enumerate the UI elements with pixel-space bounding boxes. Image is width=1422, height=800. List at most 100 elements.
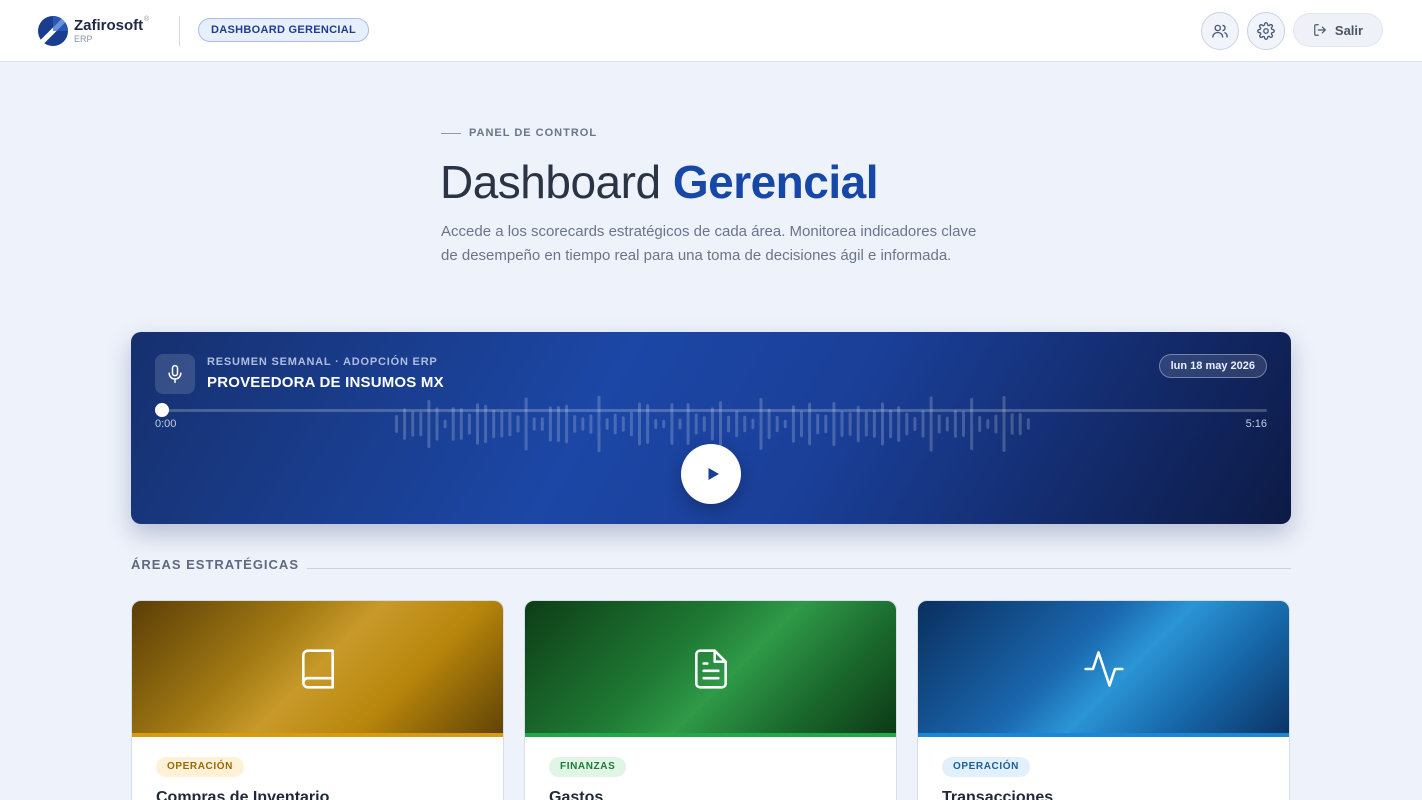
audio-progress-track[interactable] bbox=[161, 409, 1267, 412]
audio-total-time: 5:16 bbox=[1245, 418, 1267, 430]
waveform-bar bbox=[459, 408, 463, 440]
top-bar: Zafirosoft ERP ® DASHBOARD GERENCIAL Sal… bbox=[0, 0, 1422, 62]
logo[interactable]: Zafirosoft ERP ® bbox=[36, 14, 149, 48]
eyebrow-text: PANEL DE CONTROL bbox=[469, 127, 598, 139]
waveform-bar bbox=[743, 415, 747, 433]
page-title-bold: Gerencial bbox=[672, 156, 879, 208]
waveform-bar bbox=[978, 415, 982, 433]
logo-registered: ® bbox=[144, 16, 150, 23]
microphone-icon bbox=[168, 364, 182, 384]
logo-text: Zafirosoft ERP ® bbox=[74, 16, 149, 44]
card-banner bbox=[132, 601, 503, 737]
card-banner bbox=[918, 601, 1289, 737]
waveform-bar bbox=[492, 409, 496, 439]
waveform-bar bbox=[605, 418, 609, 430]
waveform-bar bbox=[1026, 418, 1030, 430]
logo-mark-icon bbox=[38, 16, 68, 46]
card-title: Compras de Inventario bbox=[156, 789, 330, 800]
section-title: ÁREAS ESTRATÉGICAS bbox=[131, 557, 299, 572]
waveform-bar bbox=[694, 413, 698, 435]
waveform-bar bbox=[524, 397, 528, 451]
waveform-bar bbox=[403, 408, 407, 440]
waveform-bar bbox=[435, 407, 439, 441]
waveform-bar bbox=[702, 416, 706, 432]
file-text-icon bbox=[694, 649, 727, 689]
waveform-bar bbox=[872, 410, 876, 438]
area-card-transacciones[interactable]: OPERACIÓN Transacciones bbox=[917, 600, 1290, 800]
waveform-bar bbox=[848, 412, 852, 436]
waveform-bar bbox=[994, 414, 998, 434]
waveform-bar bbox=[800, 410, 803, 438]
header-divider bbox=[179, 16, 180, 46]
play-button[interactable] bbox=[681, 444, 741, 504]
waveform-bar bbox=[419, 411, 423, 437]
waveform-bar bbox=[767, 408, 771, 440]
card-category-tag: OPERACIÓN bbox=[156, 757, 244, 777]
waveform-bar bbox=[532, 417, 536, 431]
waveform-bar bbox=[937, 414, 941, 434]
waveform-bar bbox=[1010, 413, 1014, 435]
card-title: Transacciones bbox=[942, 789, 1054, 800]
waveform-bar bbox=[1002, 395, 1006, 453]
card-category-tag: FINANZAS bbox=[549, 757, 627, 777]
waveform-bar bbox=[411, 411, 415, 437]
audio-progress-handle[interactable] bbox=[155, 403, 169, 417]
card-category-tag: OPERACIÓN bbox=[942, 757, 1030, 777]
waveform-bar bbox=[516, 415, 520, 433]
audio-current-time: 0:00 bbox=[155, 418, 177, 430]
waveform-bar bbox=[508, 411, 512, 437]
card-banner bbox=[525, 601, 896, 737]
waveform-bar bbox=[953, 410, 957, 438]
audio-title: PROVEEDORA DE INSUMOS MX bbox=[207, 374, 444, 391]
waveform-bar bbox=[945, 416, 949, 432]
waveform-bar bbox=[467, 413, 471, 435]
section-badge: DASHBOARD GERENCIAL bbox=[198, 18, 370, 42]
gear-icon bbox=[1257, 22, 1275, 40]
waveform-bar bbox=[905, 412, 909, 436]
eyebrow-line bbox=[441, 132, 461, 134]
waveform-bar bbox=[719, 401, 722, 447]
audio-summary-card: RESUMEN SEMANAL · ADOPCIÓN ERP PROVEEDOR… bbox=[131, 332, 1291, 524]
book-icon bbox=[301, 649, 334, 689]
waveform-bar bbox=[443, 419, 447, 429]
waveform-bar bbox=[597, 395, 601, 453]
logout-button[interactable]: Salir bbox=[1293, 13, 1383, 47]
waveform-bar bbox=[727, 415, 731, 433]
page-title: Dashboard Gerencial bbox=[440, 155, 879, 209]
waveform-bar bbox=[775, 415, 779, 433]
waveform-bar bbox=[621, 416, 625, 432]
area-card-compras[interactable]: OPERACIÓN Compras de Inventario bbox=[131, 600, 504, 800]
logo-sub: ERP bbox=[74, 34, 93, 44]
settings-button[interactable] bbox=[1247, 12, 1285, 50]
waveform-bar bbox=[662, 419, 666, 429]
card-accent-stripe bbox=[918, 733, 1289, 737]
waveform-bar bbox=[889, 409, 893, 439]
waveform-bar bbox=[613, 413, 617, 435]
waveform-bar bbox=[816, 413, 820, 435]
mic-badge bbox=[155, 354, 195, 394]
activity-icon bbox=[1083, 651, 1124, 687]
section-divider bbox=[307, 568, 1291, 569]
waveform-bar bbox=[500, 410, 504, 438]
card-title: Gastos bbox=[549, 789, 604, 800]
page-title-light: Dashboard bbox=[440, 156, 673, 208]
audio-date-badge: lun 18 may 2026 bbox=[1158, 354, 1267, 378]
waveform-bar bbox=[962, 411, 965, 437]
logo-name: Zafirosoft bbox=[74, 17, 144, 34]
waveform-bar bbox=[824, 414, 828, 434]
audio-kicker: RESUMEN SEMANAL · ADOPCIÓN ERP bbox=[207, 356, 438, 368]
waveform-bar bbox=[735, 410, 739, 438]
area-card-gastos[interactable]: FINANZAS Gastos bbox=[524, 600, 897, 800]
waveform-bar bbox=[540, 417, 544, 431]
card-accent-stripe bbox=[132, 733, 503, 737]
waveform-bar bbox=[654, 418, 658, 430]
waveform-bar bbox=[751, 418, 755, 430]
waveform-bar bbox=[864, 411, 868, 437]
waveform-bar bbox=[921, 410, 925, 438]
waveform-bar bbox=[629, 411, 633, 437]
eyebrow: PANEL DE CONTROL bbox=[441, 127, 597, 139]
users-button[interactable] bbox=[1201, 12, 1239, 50]
waveform-bar bbox=[581, 417, 585, 431]
waveform-bar bbox=[427, 399, 431, 449]
waveform-bar bbox=[913, 417, 917, 431]
